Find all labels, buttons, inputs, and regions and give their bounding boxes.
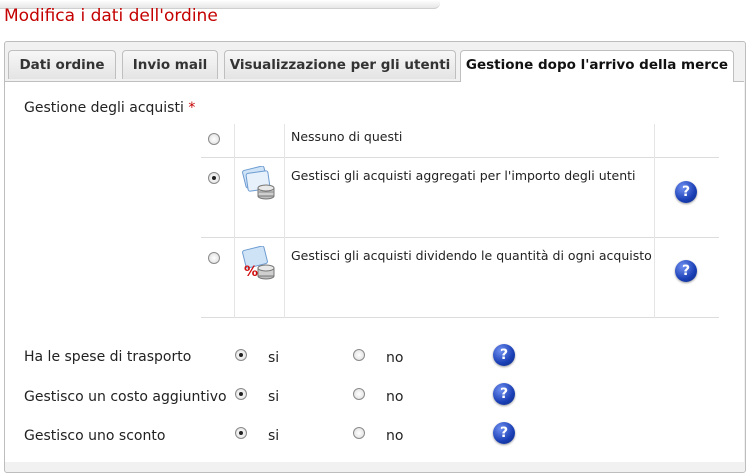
additional-cost-no-label: no	[386, 389, 404, 405]
purchases-option-aggregated-radio[interactable]	[208, 172, 220, 184]
purchases-option-split-label: Gestisci gli acquisti dividendo le quant…	[291, 248, 652, 263]
discount-yes-label: si	[268, 428, 280, 444]
purchases-option-none-label: Nessuno di questi	[291, 129, 403, 144]
discount-no-label: no	[386, 428, 404, 444]
help-icon[interactable]: ?	[493, 422, 515, 444]
shipping-costs-no-label: no	[386, 350, 404, 366]
purchases-option-none-radio[interactable]	[208, 133, 220, 145]
help-icon[interactable]: ?	[493, 383, 515, 405]
help-icon[interactable]: ?	[493, 344, 515, 366]
percent-coins-icon: %	[241, 245, 277, 282]
purchases-option-split-radio[interactable]	[208, 252, 220, 264]
tab-gestione-arrivo-merce[interactable]: Gestione dopo l'arrivo della merce	[460, 50, 734, 82]
option-separator	[201, 157, 719, 158]
column-separator	[284, 124, 285, 318]
tab-invio-mail[interactable]: Invio mail	[122, 50, 218, 79]
column-separator	[654, 124, 655, 318]
additional-cost-no-radio[interactable]	[353, 388, 365, 400]
option-separator	[201, 237, 719, 238]
help-icon[interactable]: ?	[675, 260, 697, 282]
purchases-label-text: Gestione degli acquisti	[24, 100, 184, 116]
required-mark: *	[188, 100, 196, 116]
tab-dati-ordine[interactable]: Dati ordine	[8, 50, 116, 79]
tab-visualizzazione-utenti[interactable]: Visualizzazione per gli utenti	[224, 50, 456, 79]
additional-cost-yes-radio[interactable]	[235, 388, 247, 400]
coins-stack-icon	[241, 165, 277, 202]
additional-cost-label: Gestisco un costo aggiuntivo	[24, 389, 227, 405]
svg-text:%: %	[244, 264, 258, 280]
discount-no-radio[interactable]	[353, 427, 365, 439]
option-separator	[201, 317, 719, 318]
shipping-costs-no-radio[interactable]	[353, 349, 365, 361]
tab-content: Gestione degli acquisti * Nessuno di que…	[5, 81, 744, 462]
purchases-option-aggregated-label: Gestisci gli acquisti aggregati per l'im…	[291, 168, 636, 183]
discount-label: Gestisco uno sconto	[24, 428, 166, 444]
help-icon[interactable]: ?	[675, 181, 697, 203]
shipping-costs-yes-label: si	[268, 350, 280, 366]
discount-yes-radio[interactable]	[235, 427, 247, 439]
column-separator	[234, 124, 235, 318]
shipping-costs-yes-radio[interactable]	[235, 349, 247, 361]
page-title: Modifica i dati dell'ordine	[4, 6, 218, 26]
purchases-label: Gestione degli acquisti *	[24, 100, 195, 116]
additional-cost-yes-label: si	[268, 389, 280, 405]
shipping-costs-label: Ha le spese di trasporto	[24, 349, 192, 365]
